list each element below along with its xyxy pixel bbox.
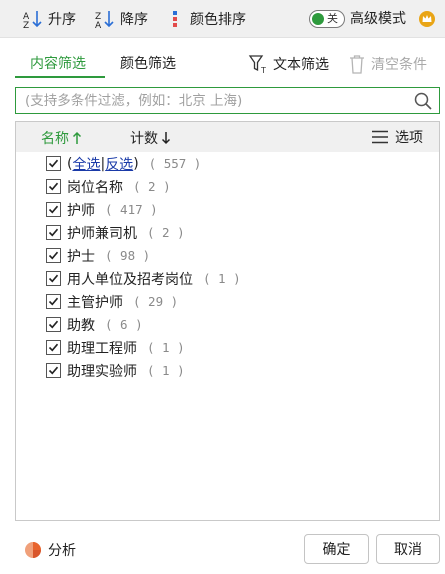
item-label: 护师兼司机 (67, 225, 137, 242)
name-header-label: 名称 (41, 131, 69, 147)
sort-ascending-button[interactable]: A Z 升序 (22, 8, 76, 30)
list-item[interactable]: 助理工程师 ( 1 ) (46, 336, 241, 359)
item-label: 助教 (67, 317, 95, 334)
analyze-button[interactable]: 分析 (24, 540, 76, 560)
checkmark-icon (48, 297, 59, 306)
select-all-link[interactable]: 全选 (72, 154, 100, 174)
options-label: 选项 (395, 130, 423, 146)
checkmark-icon (48, 159, 59, 168)
tab-content-filter[interactable]: 内容筛选 (30, 54, 86, 74)
clear-filter-label: 清空条件 (371, 57, 427, 73)
menu-icon (372, 130, 388, 144)
text-filter-label: 文本筛选 (273, 57, 329, 73)
item-checkbox[interactable] (46, 179, 61, 194)
svg-text:T: T (260, 66, 266, 75)
sort-descending-icon: Z A (95, 11, 114, 29)
item-count: ( 1 ) (147, 340, 185, 355)
list-item[interactable]: 岗位名称 ( 2 ) (46, 175, 241, 198)
item-count: ( 29 ) (133, 294, 179, 309)
item-count: ( 2 ) (133, 179, 171, 194)
item-count: ( 98 ) (105, 248, 151, 263)
cancel-button[interactable]: 取消 (376, 534, 440, 564)
ok-button[interactable]: 确定 (304, 534, 369, 564)
select-all-checkbox[interactable] (46, 156, 61, 171)
options-button[interactable]: 选项 (371, 127, 423, 147)
checkmark-icon (48, 343, 59, 352)
sort-by-name-header[interactable]: 名称 (41, 128, 82, 148)
item-checkbox[interactable] (46, 340, 61, 355)
list-item[interactable]: 助教 ( 6 ) (46, 313, 241, 336)
search-box (15, 87, 440, 114)
sort-descending-button[interactable]: Z A 降序 (94, 8, 148, 30)
total-count: ( 557 ) (148, 156, 202, 171)
trash-icon (350, 55, 364, 74)
item-label: 护士 (67, 248, 95, 265)
filter-icon: T (248, 55, 266, 75)
advanced-mode-toggle[interactable]: 关 (309, 10, 345, 28)
clear-filter-button[interactable]: 清空条件 (347, 52, 427, 76)
arrow-down-icon (161, 132, 171, 145)
item-label: 护师 (67, 202, 95, 219)
list-item[interactable]: 护士 ( 98 ) (46, 244, 241, 267)
sort-by-count-header[interactable]: 计数 (130, 128, 171, 148)
value-list: ( 全选 | 反选 ) ( 557 ) 岗位名称 ( 2 ) 护师 ( 417 … (46, 152, 241, 382)
close-paren: ) (133, 155, 139, 172)
item-count: ( 1 ) (203, 271, 241, 286)
sort-descending-label: 降序 (120, 12, 148, 28)
tab-color-filter[interactable]: 颜色筛选 (120, 54, 176, 74)
item-label: 用人单位及招考岗位 (67, 271, 193, 288)
item-label: 岗位名称 (67, 179, 123, 196)
active-tab-indicator (15, 76, 105, 78)
list-item[interactable]: 护师兼司机 ( 2 ) (46, 221, 241, 244)
toolbar: A Z 升序 Z A 降序 颜色排序 关 高级模式 (0, 0, 445, 38)
advanced-mode-label: 高级模式 (350, 11, 406, 27)
checkmark-icon (48, 320, 59, 329)
checkmark-icon (48, 251, 59, 260)
color-sort-button[interactable]: 颜色排序 (170, 8, 246, 30)
item-count: ( 6 ) (105, 317, 143, 332)
value-list-panel: 名称 计数 选项 ( 全选 | 反选 ) (557) 岗位名称 (2) … (15, 121, 440, 521)
color-sort-label: 颜色排序 (190, 12, 246, 28)
item-label: 助理实验师 (67, 363, 137, 380)
checkmark-icon (48, 182, 59, 191)
arrow-up-icon (72, 131, 82, 144)
item-label: 助理工程师 (67, 340, 137, 357)
search-icon[interactable] (413, 91, 433, 111)
analyze-label: 分析 (48, 543, 76, 559)
list-header: 名称 计数 选项 (16, 122, 439, 152)
checkmark-icon (48, 205, 59, 214)
list-item[interactable]: 助理实验师 ( 1 ) (46, 359, 241, 382)
checkmark-icon (48, 366, 59, 375)
toggle-state-label: 关 (327, 12, 338, 25)
item-checkbox[interactable] (46, 363, 61, 378)
search-input[interactable] (25, 91, 410, 110)
sort-ascending-icon: A Z (23, 11, 42, 29)
item-checkbox[interactable] (46, 317, 61, 332)
color-sort-icon (173, 11, 177, 27)
item-count: ( 1 ) (147, 363, 185, 378)
svg-text:Z: Z (23, 21, 29, 29)
item-checkbox[interactable] (46, 202, 61, 217)
checkmark-icon (48, 228, 59, 237)
item-checkbox[interactable] (46, 271, 61, 286)
crown-icon (419, 11, 435, 27)
item-checkbox[interactable] (46, 294, 61, 309)
count-header-label: 计数 (130, 131, 158, 147)
checkmark-icon (48, 274, 59, 283)
list-item[interactable]: 护师 ( 417 ) (46, 198, 241, 221)
list-item[interactable]: 用人单位及招考岗位 ( 1 ) (46, 267, 241, 290)
select-all-row: ( 全选 | 反选 ) ( 557 ) (46, 152, 241, 175)
invert-selection-link[interactable]: 反选 (105, 154, 133, 174)
sort-ascending-label: 升序 (48, 12, 76, 28)
item-label: 主管护师 (67, 294, 123, 311)
item-checkbox[interactable] (46, 225, 61, 240)
svg-text:A: A (95, 21, 102, 29)
item-count: ( 417 ) (105, 202, 158, 217)
pie-chart-icon (25, 542, 41, 558)
list-item[interactable]: 主管护师 ( 29 ) (46, 290, 241, 313)
text-filter-button[interactable]: T 文本筛选 (247, 52, 329, 76)
toggle-knob (312, 13, 324, 25)
item-checkbox[interactable] (46, 248, 61, 263)
item-count: ( 2 ) (147, 225, 185, 240)
